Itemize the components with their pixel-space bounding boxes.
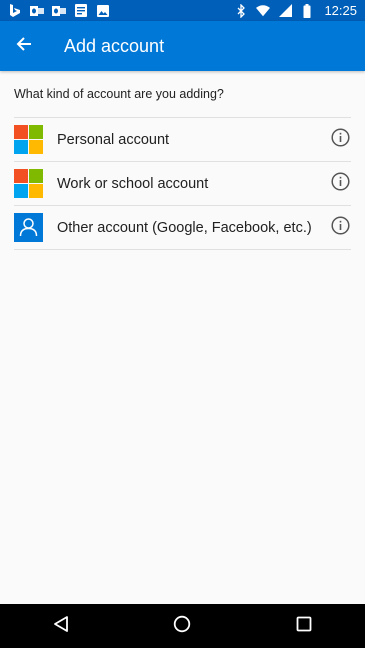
microsoft-logo-icon [14, 169, 43, 198]
battery-icon [300, 3, 314, 18]
account-option-other[interactable]: Other account (Google, Facebook, etc.) [14, 206, 351, 250]
status-bar: 12:25 [0, 0, 365, 21]
screen: 12:25 Add account What kind of account a… [0, 0, 365, 648]
outlook-icon [30, 4, 44, 18]
logo-square-red [14, 125, 28, 139]
bing-icon [8, 3, 22, 18]
nav-back-button[interactable] [41, 606, 81, 646]
account-option-personal[interactable]: Personal account [14, 118, 351, 162]
logo-square-yellow [29, 184, 43, 198]
prompt-text: What kind of account are you adding? [14, 87, 224, 101]
arrow-back-icon [16, 36, 32, 57]
info-button[interactable] [330, 127, 350, 152]
nav-home-button[interactable] [162, 606, 202, 646]
account-option-label: Personal account [57, 131, 170, 148]
info-button[interactable] [330, 215, 350, 240]
outlook-icon [52, 4, 66, 18]
back-button[interactable] [0, 21, 48, 71]
recents-square-icon [296, 616, 312, 637]
info-icon [330, 127, 350, 152]
account-option-label: Other account (Google, Facebook, etc.) [57, 219, 312, 236]
logo-square-yellow [29, 140, 43, 154]
navigation-bar [0, 604, 365, 648]
info-icon [330, 171, 350, 196]
logo-square-red [14, 169, 28, 183]
page-title: Add account [64, 35, 165, 56]
info-icon [330, 215, 350, 240]
home-circle-icon [173, 615, 191, 638]
microsoft-logo-icon [14, 125, 43, 154]
logo-square-green [29, 125, 43, 139]
image-icon [96, 4, 110, 18]
account-option-label: Work or school account [57, 175, 209, 192]
system-icons: 12:25 [234, 0, 357, 21]
back-triangle-icon [53, 615, 69, 638]
clock-text: 12:25 [324, 3, 357, 18]
signal-icon [278, 4, 292, 18]
info-button[interactable] [330, 171, 350, 196]
docs-icon [74, 4, 88, 18]
nav-recents-button[interactable] [284, 606, 324, 646]
logo-square-blue [14, 184, 28, 198]
app-bar: Add account [0, 21, 365, 71]
bluetooth-icon [234, 3, 248, 18]
wifi-icon [256, 4, 271, 18]
notification-icons [8, 3, 110, 18]
person-icon [14, 213, 43, 242]
account-option-work[interactable]: Work or school account [14, 162, 351, 206]
logo-square-blue [14, 140, 28, 154]
logo-square-green [29, 169, 43, 183]
content: What kind of account are you adding? Per… [14, 71, 351, 250]
account-type-list: Personal account Work or school account [14, 117, 351, 250]
